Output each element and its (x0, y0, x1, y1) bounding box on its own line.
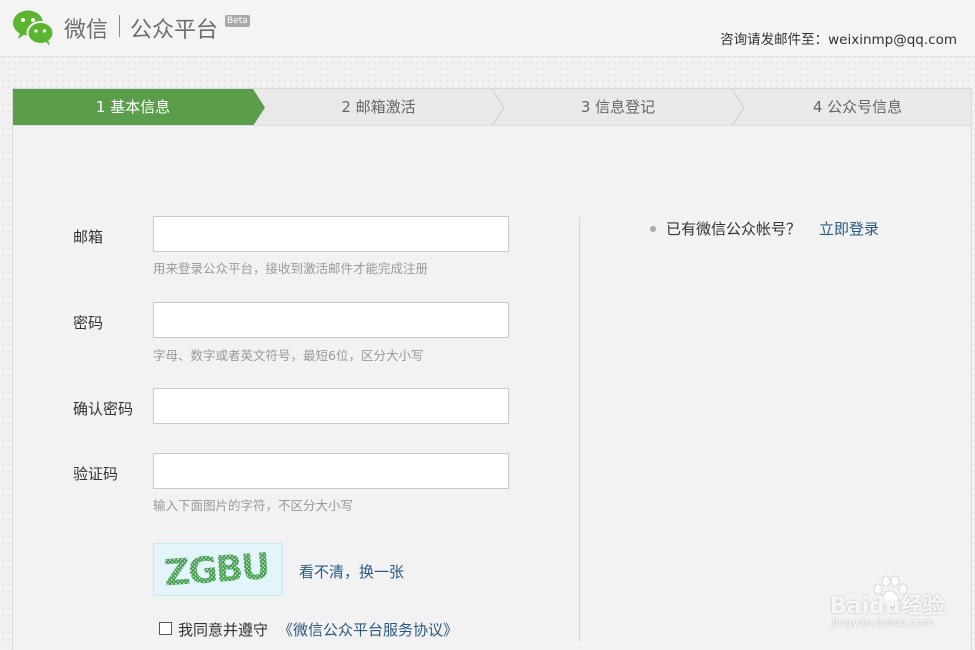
brand-divider (119, 15, 120, 37)
agreement-text: 我同意并遵守 (178, 621, 269, 639)
password-label: 密码 (73, 314, 104, 332)
confirm-password-label: 确认密码 (73, 400, 134, 418)
password-hint: 字母、数字或者英文符号，最短6位，区分大小写 (153, 348, 424, 363)
platform-name: 公众平台 (130, 18, 219, 43)
captcha-text: ZGBU (163, 546, 270, 594)
step-3-info-registration: 3 信息登记 (580, 98, 656, 116)
wechat-logo-icon (13, 10, 55, 46)
agreement-link[interactable]: 《微信公众平台服务协议》 (278, 619, 458, 640)
vertical-divider (579, 217, 580, 641)
step-progress-bar: 1 基本信息 2 邮箱激活 3 信息登记 4 公众号信息 (13, 89, 971, 126)
captcha-image[interactable]: ZGBU (153, 543, 283, 596)
email-input[interactable] (153, 216, 509, 252)
beta-badge: Beta (225, 15, 250, 27)
existing-account-question: 已有微信公众帐号？ (666, 220, 802, 238)
captcha-hint: 输入下面图片的字符，不区分大小写 (153, 498, 354, 513)
email-label: 邮箱 (73, 228, 104, 246)
registration-panel: 1 基本信息 2 邮箱激活 3 信息登记 4 公众号信息 邮箱 用来登录公众平台… (12, 88, 972, 650)
captcha-input[interactable] (153, 453, 509, 489)
contact-email-text: 咨询请发邮件至：weixinmp@qq.com (720, 32, 957, 48)
captcha-label: 验证码 (73, 465, 119, 483)
confirm-password-input[interactable] (153, 388, 509, 424)
login-link[interactable]: 立即登录 (819, 218, 879, 239)
step-4-account-info: 4 公众号信息 (812, 98, 903, 116)
captcha-refresh-link[interactable]: 看不清，换一张 (299, 561, 404, 582)
watermark-url: jingyan.baidu.com (832, 616, 934, 629)
bullet-icon (650, 226, 656, 232)
step-1-basic-info: 1 基本信息 (95, 98, 171, 116)
password-input[interactable] (153, 302, 509, 338)
brand-name: 微信 (64, 18, 109, 43)
step-2-email-activation: 2 邮箱激活 (341, 98, 416, 116)
email-hint: 用来登录公众平台，接收到激活邮件才能完成注册 (153, 261, 429, 276)
top-header: 微信 公众平台 Beta 咨询请发邮件至：weixinmp@qq.com (0, 0, 975, 57)
agreement-checkbox[interactable] (159, 622, 172, 635)
